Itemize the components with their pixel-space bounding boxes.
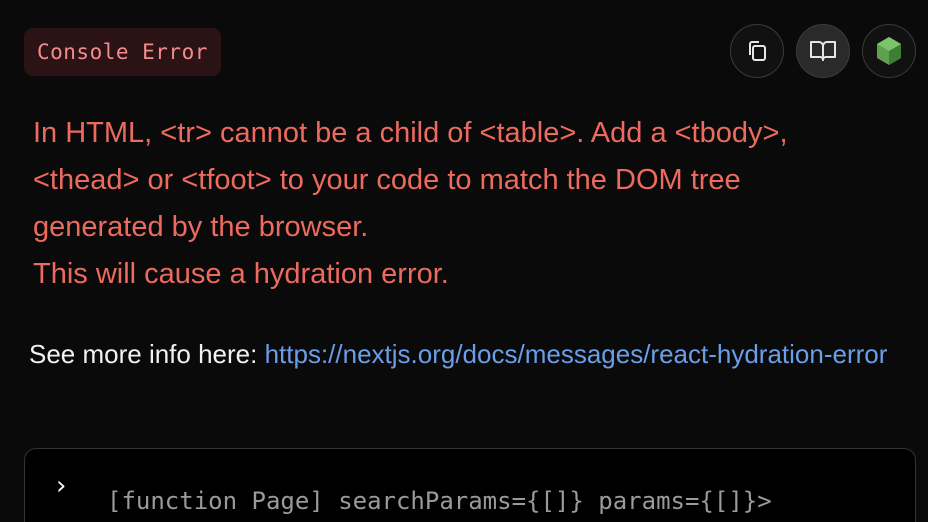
more-info-prefix: See more info here: (29, 339, 265, 369)
error-line: In HTML, <tr> cannot be a child of <tabl… (33, 117, 788, 149)
code-frame: › [function Page] searchParams={[]} para… (24, 448, 916, 522)
error-message: In HTML, <tr> cannot be a child of <tabl… (33, 110, 913, 298)
error-line: <thead> or <tfoot> to your code to match… (33, 164, 741, 196)
copy-icon (744, 38, 770, 64)
error-line: generated by the browser. (33, 211, 369, 243)
runtime-button[interactable] (862, 24, 916, 78)
error-line: This will cause a hydration error. (33, 258, 449, 290)
code-line: [function Page] searchParams={[]} params… (107, 487, 772, 515)
nodejs-icon (875, 36, 903, 66)
docs-button[interactable] (796, 24, 850, 78)
copy-button[interactable] (730, 24, 784, 78)
more-info: See more info here: https://nextjs.org/d… (29, 333, 899, 375)
book-icon (808, 38, 838, 64)
toolbar-actions (730, 24, 916, 78)
console-error-badge: Console Error (24, 28, 221, 76)
hydration-docs-link[interactable]: https://nextjs.org/docs/messages/react-h… (265, 339, 888, 369)
expand-chevron-icon[interactable]: › (56, 473, 66, 499)
console-error-label: Console Error (37, 40, 208, 64)
